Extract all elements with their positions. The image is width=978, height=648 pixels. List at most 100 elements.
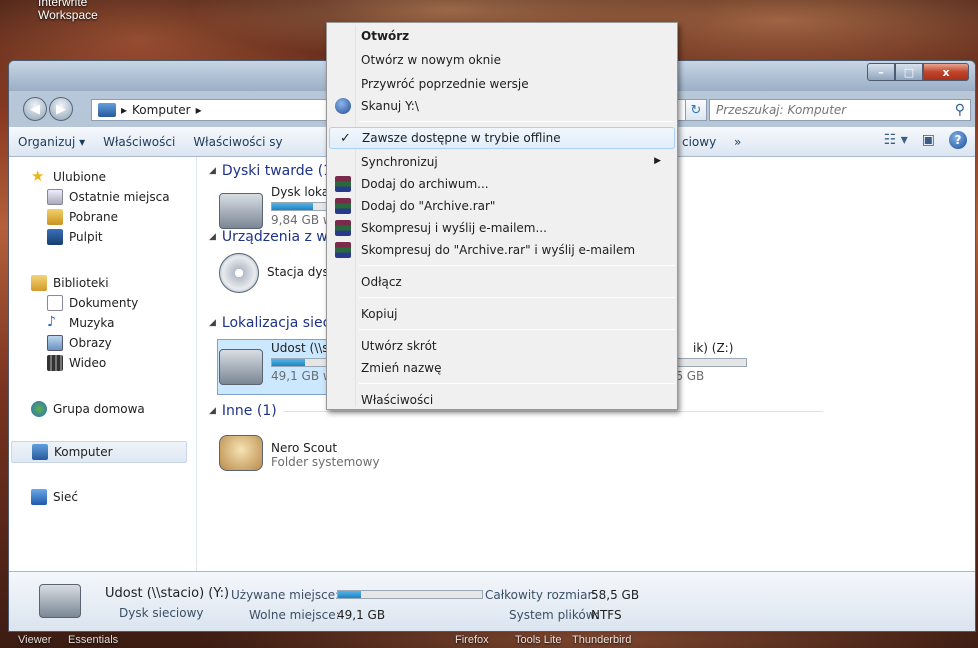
nav-desktop[interactable]: Pulpit — [47, 229, 103, 245]
search-box[interactable]: ⚲ — [709, 99, 971, 121]
nav-favorites[interactable]: ★ Ulubione — [31, 169, 106, 185]
nav-computer[interactable]: Komputer — [11, 441, 187, 463]
view-options-icon[interactable]: ☷ ▾ — [884, 132, 908, 148]
usage-bar — [271, 202, 331, 211]
details-usage-bar — [337, 590, 483, 599]
details-title: Udost (\\stacio) (Y:) — [105, 586, 230, 601]
menu-item-open[interactable]: Otwórz — [329, 25, 675, 47]
dvd-drive-icon — [219, 253, 259, 293]
search-icon[interactable]: ⚲ — [955, 102, 965, 118]
menu-item-rename[interactable]: Zmień nazwę — [329, 357, 675, 379]
system-properties-button[interactable]: Właściwości sy — [184, 135, 291, 149]
breadcrumb-computer[interactable]: Komputer — [132, 103, 191, 117]
network-drive-button[interactable]: ciowy — [673, 135, 725, 149]
nav-homegroup[interactable]: Grupa domowa — [31, 401, 145, 417]
menu-separator — [359, 265, 675, 266]
winrar-icon — [335, 198, 351, 214]
hard-drive-icon — [219, 193, 263, 229]
taskbar: Viewer Essentials Firefox Tools Lite Thu… — [0, 632, 978, 648]
collapse-icon: ◢ — [209, 406, 216, 416]
drive-item-dvd[interactable]: Stacja dys — [219, 251, 329, 293]
forward-button[interactable]: ▶ — [49, 97, 73, 121]
preview-pane-icon[interactable]: ▣ — [922, 132, 935, 148]
taskbar-label[interactable]: Viewer — [18, 634, 51, 646]
collapse-icon: ◢ — [209, 166, 216, 176]
details-free-value: 49,1 GB — [337, 608, 386, 622]
menu-item-compress-email[interactable]: Skompresuj i wyślij e-mailem... — [329, 217, 675, 239]
drive-item-local[interactable]: Dysk loka 9,84 GB w — [219, 185, 333, 229]
menu-item-open-new-window[interactable]: Otwórz w nowym oknie — [329, 49, 675, 71]
winrar-icon — [335, 220, 351, 236]
details-used-label: Używane miejsce: — [231, 588, 340, 602]
minimize-button[interactable]: – — [867, 63, 895, 81]
collapse-icon: ◢ — [209, 318, 216, 328]
details-pane: Udost (\\stacio) (Y:) Dysk sieciowy Używ… — [9, 571, 975, 631]
taskbar-label[interactable]: Tools Lite — [515, 634, 561, 646]
computer-icon — [98, 103, 116, 117]
menu-item-copy[interactable]: Kopiuj — [329, 303, 675, 325]
nav-documents[interactable]: Dokumenty — [47, 295, 138, 311]
nav-videos[interactable]: Wideo — [47, 355, 106, 371]
winrar-icon — [335, 242, 351, 258]
details-total-value: 58,5 GB — [591, 588, 640, 602]
nav-pictures[interactable]: Obrazy — [47, 335, 112, 351]
network-drive-icon — [219, 349, 263, 385]
help-icon[interactable]: ? — [949, 131, 967, 149]
desktop-icon-label[interactable]: Interwrite Workspace — [38, 0, 118, 22]
search-input[interactable] — [716, 103, 936, 117]
nav-music[interactable]: ♪ Muzyka — [47, 315, 114, 331]
music-icon: ♪ — [47, 314, 56, 330]
menu-separator — [359, 329, 675, 330]
menu-item-properties[interactable]: Właściwości — [329, 389, 675, 411]
organize-menu[interactable]: Organizuj ▾ — [9, 135, 94, 149]
menu-item-add-rar[interactable]: Dodaj do "Archive.rar" — [329, 195, 675, 217]
pictures-icon — [47, 335, 63, 351]
refresh-button[interactable]: ↻ — [685, 99, 707, 121]
refresh-icon: ↻ — [690, 102, 702, 118]
check-icon: ✓ — [340, 131, 351, 146]
nav-downloads[interactable]: Pobrane — [47, 209, 118, 225]
menu-item-restore-versions[interactable]: Przywróć poprzednie wersje — [329, 73, 675, 95]
close-button[interactable]: x — [923, 63, 969, 81]
menu-item-add-archive[interactable]: Dodaj do archiwum... — [329, 173, 675, 195]
window-controls: – □ x — [867, 63, 969, 81]
menu-item-scan[interactable]: Skanuj Y:\ — [329, 95, 675, 117]
taskbar-label[interactable]: Thunderbird — [572, 634, 631, 646]
menu-item-compress-rar-email[interactable]: Skompresuj do "Archive.rar" i wyślij e-m… — [329, 239, 675, 261]
computer-icon — [32, 444, 48, 460]
homegroup-icon — [31, 401, 47, 417]
group-header-hard-drives[interactable]: ◢ Dyski twarde (1 — [209, 163, 332, 179]
properties-button[interactable]: Właściwości — [94, 135, 184, 149]
taskbar-label[interactable]: Essentials — [68, 634, 118, 646]
group-header-network[interactable]: ◢ Lokalizacja siec — [209, 315, 330, 331]
antivirus-icon — [335, 98, 351, 114]
recent-places-icon — [47, 189, 63, 205]
maximize-button[interactable]: □ — [895, 63, 923, 81]
nav-libraries[interactable]: Biblioteki — [31, 275, 109, 291]
menu-item-create-shortcut[interactable]: Utwórz skrót — [329, 335, 675, 357]
details-type: Dysk sieciowy — [119, 606, 204, 620]
more-commands-button[interactable]: » — [725, 135, 750, 149]
menu-item-offline[interactable]: ✓ Zawsze dostępne w trybie offline — [329, 127, 675, 149]
view-controls: ☷ ▾ ▣ ? — [884, 131, 967, 149]
menu-item-sync[interactable]: Synchronizuj ▶ — [329, 151, 675, 173]
downloads-icon — [47, 209, 63, 225]
taskbar-label[interactable]: Firefox — [455, 634, 489, 646]
folder-item-nero[interactable]: Nero Scout Folder systemowy — [219, 427, 380, 471]
navigation-pane: ★ Ulubione Ostatnie miejsca Pobrane Pulp… — [9, 157, 197, 571]
menu-separator — [359, 383, 675, 384]
menu-separator — [359, 121, 675, 122]
collapse-icon: ◢ — [209, 232, 216, 242]
nav-recent-places[interactable]: Ostatnie miejsca — [47, 189, 170, 205]
details-free-label: Wolne miejsce: — [249, 608, 340, 622]
details-fs-value: NTFS — [591, 608, 622, 622]
magnifier-folder-icon — [219, 435, 263, 471]
network-icon — [31, 489, 47, 505]
videos-icon — [47, 355, 63, 371]
nav-network[interactable]: Sieć — [31, 489, 78, 505]
back-button[interactable]: ◀ — [23, 97, 47, 121]
group-header-removable[interactable]: ◢ Urządzenia z w — [209, 229, 328, 245]
menu-item-disconnect[interactable]: Odłącz — [329, 271, 675, 293]
submenu-arrow-icon: ▶ — [654, 156, 661, 166]
winrar-icon — [335, 176, 351, 192]
